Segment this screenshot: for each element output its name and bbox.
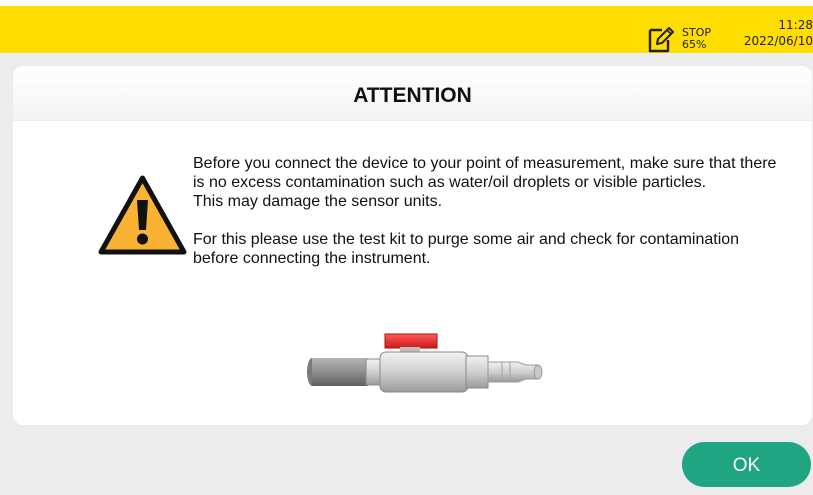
- dialog-title: ATTENTION: [353, 84, 472, 107]
- clock: 11:28 2022/06/10: [744, 17, 813, 49]
- dialog-header: ATTENTION: [13, 66, 812, 121]
- warning-triangle-icon: [98, 175, 187, 255]
- message-paragraph: For this please use the test kit to purg…: [193, 231, 740, 267]
- attention-dialog: ATTENTION Before you connect the device …: [13, 66, 812, 425]
- warning-message: Before you connect the device to your po…: [193, 154, 783, 268]
- battery-level: 65%: [682, 38, 707, 51]
- edit-note-icon[interactable]: [648, 25, 674, 53]
- time-label: 11:28: [778, 18, 813, 32]
- date-label: 2022/06/10: [743, 34, 813, 48]
- status-bar: STOP 65% 11:28 2022/06/10: [0, 6, 813, 53]
- test-kit-valve-image: [307, 333, 543, 393]
- message-paragraph: Before you connect the device to your po…: [193, 155, 777, 191]
- message-paragraph: This may damage the sensor units.: [193, 193, 443, 210]
- ok-button[interactable]: OK: [682, 442, 811, 487]
- measurement-status: STOP 65%: [682, 27, 711, 51]
